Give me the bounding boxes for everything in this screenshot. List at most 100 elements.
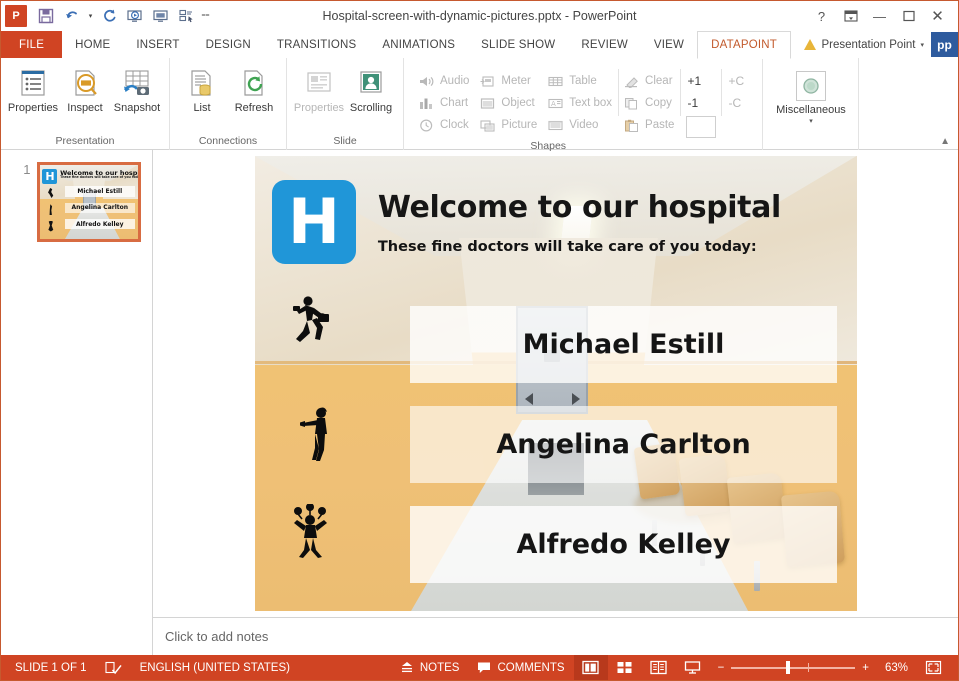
account-name[interactable]: Presentation Point xyxy=(822,39,916,51)
shape-copy-button[interactable]: Copy xyxy=(619,92,680,114)
slide-thumbnail-1[interactable]: H Welcome to our hospital These fine doc… xyxy=(37,162,141,242)
presentation-point-badge[interactable]: pp xyxy=(931,32,958,57)
slide-count-indicator[interactable]: SLIDE 1 OF 1 xyxy=(9,655,96,680)
connections-refresh-button[interactable]: Refresh xyxy=(228,63,280,114)
warning-triangle-icon xyxy=(804,39,816,50)
thumb-namebox-3: Alfredo Kelley xyxy=(65,219,135,229)
slide-properties-icon xyxy=(304,66,334,100)
minimize-button[interactable]: — xyxy=(865,3,894,29)
stepper-plus-c-button[interactable]: +C xyxy=(722,70,744,92)
doctor-name-box-2[interactable]: Angelina Carlton xyxy=(410,406,837,483)
close-button[interactable]: ✕ xyxy=(923,3,952,29)
powerpoint-app-icon: P xyxy=(5,5,27,27)
database-list-icon xyxy=(187,66,217,100)
shapes-value-box[interactable] xyxy=(686,116,716,138)
tab-view[interactable]: VIEW xyxy=(641,31,697,58)
slide-thumbnail-pane[interactable]: 1 H Welcome to our hospital These fine d… xyxy=(1,150,153,655)
notes-placeholder: Click to add notes xyxy=(165,629,268,644)
shape-table-button[interactable]: Table xyxy=(543,70,618,92)
tab-file[interactable]: FILE xyxy=(1,31,62,58)
item-label: Chart xyxy=(440,97,468,109)
tab-transitions[interactable]: TRANSITIONS xyxy=(264,31,370,58)
shape-text-box-button[interactable]: A Text box xyxy=(543,92,618,114)
slide-canvas[interactable]: H Welcome to our hospital These fine doc… xyxy=(255,156,857,611)
customize-quick-access-toolbar-caret[interactable]: ⩵ xyxy=(200,4,211,28)
thumb-name-3: Alfredo Kelley xyxy=(76,221,124,228)
shape-object-button[interactable]: Object xyxy=(475,92,543,114)
ribbon-display-options-icon[interactable] xyxy=(836,3,865,29)
hospital-logo: H xyxy=(272,180,356,264)
slide-title[interactable]: Welcome to our hospital xyxy=(378,190,781,225)
title-bar: P ▾ xyxy=(1,1,958,31)
zoom-slider-thumb[interactable] xyxy=(786,661,790,674)
shape-clear-button[interactable]: Clear xyxy=(619,70,680,92)
normal-view-icon[interactable] xyxy=(574,655,608,680)
shape-video-button[interactable]: Video xyxy=(543,114,618,136)
stepper-plus-one-button[interactable]: +1 xyxy=(681,70,701,92)
start-from-beginning-icon[interactable] xyxy=(122,4,148,28)
slide-show-view-icon[interactable] xyxy=(676,655,710,680)
zoom-out-button[interactable]: − xyxy=(718,662,725,674)
chart-icon xyxy=(417,95,436,111)
shape-paste-button[interactable]: Paste xyxy=(619,114,680,136)
undo-dropdown-caret[interactable]: ▾ xyxy=(85,4,96,28)
item-label: Table xyxy=(569,75,597,87)
slide-properties-button[interactable]: Properties xyxy=(293,63,345,114)
stepper-minus-one-button[interactable]: -1 xyxy=(681,92,698,114)
connections-list-button[interactable]: List xyxy=(176,63,228,114)
tab-home[interactable]: HOME xyxy=(62,31,123,58)
miscellaneous-button[interactable]: Miscellaneous ▾ xyxy=(771,63,851,125)
slide-subtitle[interactable]: These fine doctors will take care of you… xyxy=(378,239,757,255)
doctor-name-box-1[interactable]: Michael Estill xyxy=(410,306,837,383)
tab-review[interactable]: REVIEW xyxy=(568,31,641,58)
clock-icon xyxy=(417,117,436,133)
group-title-presentation: Presentation xyxy=(1,133,169,150)
notes-pane[interactable]: Click to add notes xyxy=(153,617,958,655)
shapes-column-3: Table A Text box Video xyxy=(543,63,618,136)
presentation-properties-button[interactable]: Properties xyxy=(7,63,59,114)
help-icon[interactable]: ? xyxy=(807,3,836,29)
selection-pane-icon[interactable] xyxy=(174,4,200,28)
spellcheck-icon[interactable] xyxy=(96,655,131,680)
item-label: Copy xyxy=(645,97,672,109)
tab-slide-show[interactable]: SLIDE SHOW xyxy=(468,31,568,58)
stepper-minus-c-button[interactable]: -C xyxy=(722,92,741,114)
slide-scrolling-button[interactable]: Scrolling xyxy=(345,63,397,114)
shape-audio-button[interactable]: Audio xyxy=(414,70,475,92)
text-box-icon: A xyxy=(546,95,565,111)
tab-datapoint[interactable]: DATAPOINT xyxy=(697,31,791,59)
zoom-level-label[interactable]: 63% xyxy=(876,662,908,674)
chevron-down-icon[interactable]: ▾ xyxy=(809,117,813,125)
tab-design[interactable]: DESIGN xyxy=(193,31,264,58)
presenter-view-icon[interactable] xyxy=(148,4,174,28)
button-label: Refresh xyxy=(235,102,274,114)
save-icon[interactable] xyxy=(33,4,59,28)
language-indicator[interactable]: ENGLISH (UNITED STATES) xyxy=(131,655,299,680)
account-caret-icon[interactable]: ▾ xyxy=(920,41,924,49)
shape-clock-button[interactable]: Clock xyxy=(414,114,475,136)
item-label: Audio xyxy=(440,75,469,87)
notes-button[interactable]: NOTES xyxy=(391,655,469,680)
snapshot-camera-icon xyxy=(122,66,152,100)
presentation-snapshot-button[interactable]: Snapshot xyxy=(111,63,163,114)
presentation-inspect-button[interactable]: Inspect xyxy=(59,63,111,114)
collapse-ribbon-button[interactable]: ▲ xyxy=(940,136,950,147)
button-label: Properties xyxy=(8,102,58,114)
tab-animations[interactable]: ANIMATIONS xyxy=(369,31,468,58)
redo-icon[interactable] xyxy=(96,4,122,28)
tab-insert[interactable]: INSERT xyxy=(123,31,192,58)
reading-view-icon[interactable] xyxy=(642,655,676,680)
doctor-name-box-3[interactable]: Alfredo Kelley xyxy=(410,506,837,583)
shape-picture-button[interactable]: Picture xyxy=(475,114,543,136)
shape-chart-button[interactable]: Chart xyxy=(414,92,475,114)
zoom-slider[interactable] xyxy=(731,661,855,674)
shape-meter-button[interactable]: Meter xyxy=(475,70,543,92)
slide-sorter-view-icon[interactable] xyxy=(608,655,642,680)
item-label: Clear xyxy=(645,75,672,87)
comments-button[interactable]: COMMENTS xyxy=(468,655,573,680)
door-handle-left-icon xyxy=(525,393,533,405)
undo-icon[interactable] xyxy=(59,4,85,28)
maximize-button[interactable] xyxy=(894,3,923,29)
fit-slide-to-window-icon[interactable] xyxy=(916,655,950,680)
zoom-in-button[interactable]: + xyxy=(862,662,869,674)
